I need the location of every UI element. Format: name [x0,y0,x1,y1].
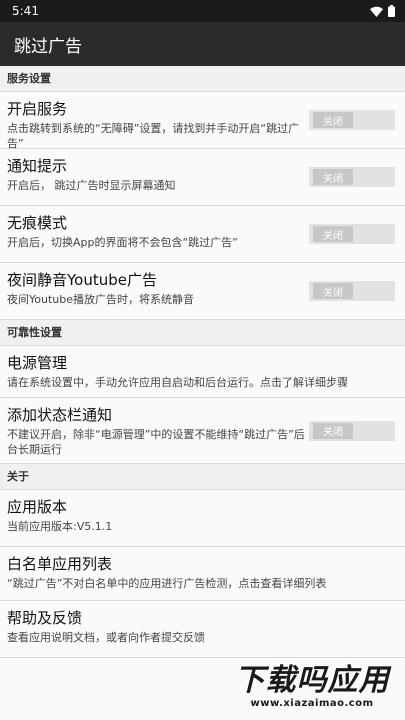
status-bar-notification-switch[interactable]: 关闭 [309,420,395,441]
switch-knob: 关闭 [313,169,353,185]
pref-title: 添加状态栏通知 [7,406,113,424]
status-time: 5:41 [12,4,39,18]
pref-summary: 不建议开启，除非“电源管理”中的设置不能维持“跳过广告”后台长期运行 [7,428,305,456]
battery-icon [388,5,395,17]
watermark-logo-text: 下载吗应用 [234,662,390,698]
enable-service-switch[interactable]: 关闭 [309,110,395,130]
switch-knob: 关闭 [313,422,353,439]
incognito-mode-switch[interactable]: 关闭 [309,224,395,244]
pref-summary: 夜间Youtube播放广告时，将系统静音 [7,293,194,306]
pref-night-mute-youtube[interactable]: 夜间静音Youtube广告 夜间Youtube播放广告时，将系统静音 关闭 [0,263,405,320]
pref-title: 无痕模式 [7,214,68,232]
pref-summary: “跳过广告”不对白名单中的应用进行广告检测，点击查看详细列表 [7,577,327,590]
pref-title: 帮助及反馈 [7,609,83,627]
pref-enable-service[interactable]: 开启服务 点击跳转到系统的“无障碍”设置，请找到并手动开启“跳过广告” 关闭 [0,92,405,150]
pref-summary: 查看应用说明文档，或者向作者提交反馈 [7,631,205,644]
pref-incognito-mode[interactable]: 无痕模式 开启后，切换App的界面将不会包含“跳过广告” 关闭 [0,206,405,263]
pref-title: 白名单应用列表 [7,555,113,573]
site-watermark: 下载吗应用 www.xiazaimao.com [227,656,397,716]
watermark-url: www.xiazaimao.com [250,697,374,709]
pref-summary: 开启后，切换App的界面将不会包含“跳过广告” [7,236,238,249]
pref-status-bar-notification[interactable]: 添加状态栏通知 不建议开启，除非“电源管理”中的设置不能维持“跳过广告”后台长期… [0,398,405,464]
night-mute-youtube-switch[interactable]: 关闭 [309,281,395,301]
pref-title: 夜间静音Youtube广告 [7,271,157,289]
app-title: 跳过广告 [14,36,82,57]
notification-hint-switch[interactable]: 关闭 [309,167,395,187]
pref-title: 通知提示 [7,157,68,175]
switch-knob: 关闭 [313,112,353,128]
app-bar: 跳过广告 [0,22,405,66]
section-header-service: 服务设置 [0,66,405,92]
switch-knob: 关闭 [313,226,353,242]
status-icons [370,5,395,17]
pref-summary: 点击跳转到系统的“无障碍”设置，请找到并手动开启“跳过广告” [7,122,300,150]
section-header-reliability: 可靠性设置 [0,320,405,346]
switch-knob: 关闭 [313,283,353,299]
section-header-about: 关于 [0,464,405,490]
pref-power-management[interactable]: 电源管理 请在系统设置中，手动允许应用自启动和后台运行。点击了解详细步骤 [0,346,405,398]
pref-notification-hint[interactable]: 通知提示 开启后， 跳过广告时显示屏幕通知 关闭 [0,149,405,206]
pref-summary: 请在系统设置中，手动允许应用自启动和后台运行。点击了解详细步骤 [7,376,348,389]
pref-title: 开启服务 [7,100,68,118]
pref-summary: 当前应用版本:V5.1.1 [7,520,113,533]
pref-title: 电源管理 [7,354,68,372]
pref-whitelist-apps[interactable]: 白名单应用列表 “跳过广告”不对白名单中的应用进行广告检测，点击查看详细列表 [0,547,405,601]
pref-app-version[interactable]: 应用版本 当前应用版本:V5.1.1 [0,490,405,547]
pref-help-feedback[interactable]: 帮助及反馈 查看应用说明文档，或者向作者提交反馈 [0,601,405,658]
status-bar: 5:41 [0,0,405,22]
wifi-icon [370,6,383,17]
pref-title: 应用版本 [7,498,68,516]
pref-summary: 开启后， 跳过广告时显示屏幕通知 [7,179,176,192]
